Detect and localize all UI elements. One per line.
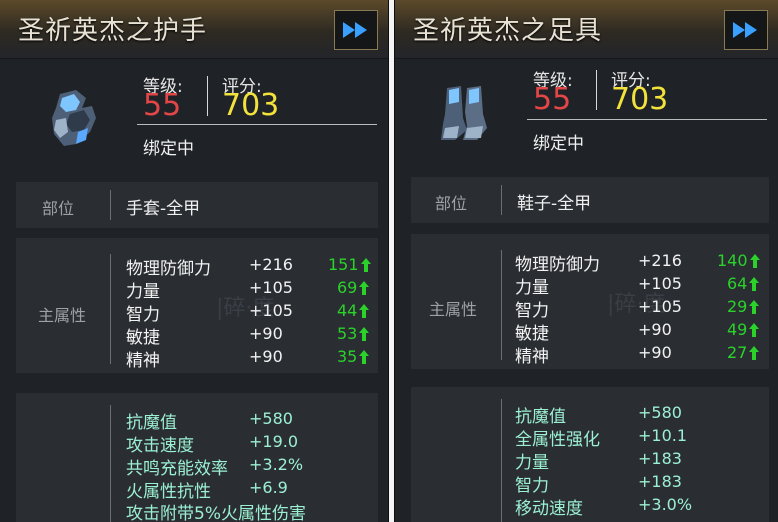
stat-value: +90 — [249, 347, 283, 366]
arrow-up-icon — [359, 303, 370, 318]
extra-stat-value: +10.1 — [638, 426, 688, 445]
arrow-up-icon — [359, 349, 370, 364]
slot-label: 部位 — [42, 199, 75, 218]
item-tooltip-panel: 圣祈英杰之护手 等级: 55 评分: 703 绑定中 部位 手套-全甲 主属性 … — [0, 0, 388, 522]
stat-value: +90 — [638, 320, 672, 339]
slot-row: 部位 手套-全甲 — [16, 182, 378, 228]
stat-name: 智力 — [126, 305, 160, 325]
extra-stats-box — [411, 387, 769, 522]
main-stats-label: 主属性 — [38, 306, 87, 325]
item-title: 圣祈英杰之护手 — [18, 16, 208, 46]
extra-stat-value: +19.0 — [249, 432, 299, 451]
divider — [596, 70, 597, 110]
stat-name: 智力 — [515, 301, 549, 321]
stat-value: +105 — [249, 301, 293, 320]
stat-value: +105 — [249, 278, 293, 297]
divider — [501, 250, 502, 360]
arrow-up-icon — [749, 322, 760, 337]
stat-name: 力量 — [126, 282, 160, 302]
stat-compare: 140 — [717, 251, 760, 270]
level-value: 55 — [143, 88, 182, 123]
arrow-up-icon — [359, 326, 370, 341]
extra-stat-name: 攻击附带5%火属性伤害 — [126, 504, 306, 522]
slot-row: 部位 鞋子-全甲 — [411, 177, 769, 223]
stat-name: 敏捷 — [126, 328, 160, 348]
tooltip-header: 圣祈英杰之护手 — [0, 0, 388, 59]
stat-value: +90 — [249, 324, 283, 343]
stat-value: +90 — [638, 343, 672, 362]
stat-value: +105 — [638, 297, 682, 316]
level-value: 55 — [533, 82, 572, 117]
extra-stat-name: 共鸣充能效率 — [126, 459, 228, 479]
bind-status: 绑定中 — [533, 134, 584, 154]
extra-stat-value: +183 — [638, 449, 682, 468]
arrow-up-icon — [749, 299, 760, 314]
extra-stat-name: 智力 — [515, 476, 549, 496]
gauntlet-armor-icon — [52, 90, 96, 146]
stat-name: 敏捷 — [515, 324, 549, 344]
extra-stat-name: 抗魔值 — [126, 413, 177, 433]
fast-forward-icon — [733, 22, 757, 38]
divider — [110, 190, 111, 220]
extra-stat-value: +580 — [638, 403, 682, 422]
stat-compare: 151 — [328, 255, 371, 274]
item-title: 圣祈英杰之足具 — [413, 16, 603, 46]
score-value: 703 — [611, 82, 669, 117]
extra-stat-value: +580 — [249, 409, 293, 428]
score-value: 703 — [222, 88, 280, 123]
item-tooltip-panel: 圣祈英杰之足具 等级: 55 评分: 703 绑定中 部位 鞋子-全甲 主属性 … — [395, 0, 778, 522]
divider — [501, 399, 502, 522]
extra-stat-name: 抗魔值 — [515, 407, 566, 427]
stat-compare: 35 — [337, 347, 370, 366]
stat-value: +105 — [638, 274, 682, 293]
stat-name: 力量 — [515, 278, 549, 298]
extra-stat-value: +183 — [638, 472, 682, 491]
stat-compare: 27 — [727, 343, 760, 362]
stat-compare: 29 — [727, 297, 760, 316]
arrow-up-icon — [749, 345, 760, 360]
stat-name: 物理防御力 — [126, 259, 211, 279]
stat-name: 精神 — [126, 351, 160, 371]
armored-boots-icon — [441, 86, 487, 140]
stat-compare: 64 — [727, 274, 760, 293]
divider — [207, 76, 208, 116]
stat-name: 物理防御力 — [515, 255, 600, 275]
fast-forward-icon — [343, 22, 367, 38]
divider — [110, 254, 111, 364]
extra-stat-name: 移动速度 — [515, 499, 583, 519]
extra-stat-name: 全属性强化 — [515, 430, 600, 450]
main-stats-label: 主属性 — [429, 300, 478, 319]
stat-compare: 69 — [337, 278, 370, 297]
slot-value: 手套-全甲 — [126, 199, 201, 219]
divider — [501, 185, 502, 215]
stat-compare: 49 — [727, 320, 760, 339]
arrow-up-icon — [359, 280, 370, 295]
arrow-up-icon — [360, 257, 371, 272]
fast-forward-button[interactable] — [334, 10, 378, 50]
stat-name: 精神 — [515, 347, 549, 367]
extra-stat-value: +3.2% — [249, 455, 304, 474]
bind-status: 绑定中 — [143, 139, 194, 159]
extra-stat-value: +3.0% — [638, 495, 693, 514]
extra-stat-value: +6.9 — [249, 478, 288, 497]
stat-value: +216 — [249, 255, 293, 274]
stat-value: +216 — [638, 251, 682, 270]
extra-stat-name: 力量 — [515, 453, 549, 473]
tooltip-header: 圣祈英杰之足具 — [395, 0, 778, 59]
slot-label: 部位 — [435, 194, 468, 213]
extra-stat-name: 攻击速度 — [126, 436, 194, 456]
arrow-up-icon — [749, 276, 760, 291]
arrow-up-icon — [749, 253, 760, 268]
fast-forward-button[interactable] — [724, 10, 768, 50]
stat-compare: 53 — [337, 324, 370, 343]
stat-compare: 44 — [337, 301, 370, 320]
divider — [527, 119, 767, 120]
slot-value: 鞋子-全甲 — [517, 194, 592, 214]
divider — [137, 124, 377, 125]
divider — [110, 405, 111, 522]
